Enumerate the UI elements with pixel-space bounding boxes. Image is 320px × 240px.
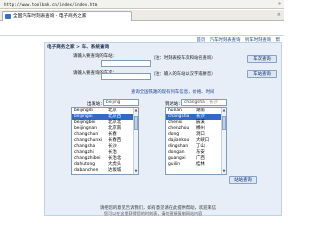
scroll-up-icon[interactable]: ▲ bbox=[134, 108, 138, 113]
page-favicon-icon bbox=[5, 14, 11, 19]
header-divider bbox=[0, 35, 284, 36]
tab-title: 全国汽车时刻表查询 - 电子商务之家 bbox=[13, 14, 87, 19]
list-item[interactable]: guilin 桂林 bbox=[166, 162, 226, 168]
query-notice: 查询全国铁路的现有列车信息，价格、时间 bbox=[131, 90, 215, 95]
station-query-label: 请输入要查询的车站： bbox=[73, 54, 117, 59]
query-panel: 电子商务之家 > 车、系统查询 请输入要查询的车站： （注：时刻表按车次和站名查… bbox=[44, 42, 282, 216]
station-to-station-query-button[interactable]: 站站查询 bbox=[229, 176, 257, 184]
tab-bar: 全国汽车时刻表查询 - 电子商务之家 × bbox=[0, 10, 284, 21]
browser-tab[interactable]: 全国汽车时刻表查询 - 电子商务之家 bbox=[2, 11, 132, 21]
scroll-thumb[interactable] bbox=[134, 116, 138, 130]
scroll-up-icon[interactable]: ▲ bbox=[222, 108, 226, 113]
to-station-filter-tail: 长沙 bbox=[209, 100, 218, 105]
address-bar[interactable]: http://www.toolbak.cn/index/index.htm » bbox=[0, 0, 284, 9]
from-station-filter[interactable]: beijing bbox=[103, 99, 139, 106]
station-query-hint: （注：时刻表按车次和站名查询） bbox=[151, 56, 216, 61]
scroll-thumb[interactable] bbox=[222, 116, 226, 130]
to-station-filter[interactable]: changsha 长沙 bbox=[181, 99, 227, 106]
train-query-hint: （注：输入的车站以汉字或拼音） bbox=[151, 72, 216, 77]
address-url[interactable]: http://www.toolbak.cn/index/index.htm bbox=[4, 2, 97, 7]
section-title: 电子商务之家 > 车、系统查询 bbox=[47, 45, 110, 50]
from-list-scrollbar[interactable]: ▲ ▼ bbox=[133, 108, 138, 174]
to-list-scrollbar[interactable]: ▲ ▼ bbox=[221, 108, 226, 174]
station-query-button[interactable]: 车站查询 bbox=[247, 70, 277, 78]
chevron-right-icon[interactable]: » bbox=[278, 1, 281, 7]
scroll-down-icon[interactable]: ▼ bbox=[222, 169, 226, 174]
list-item[interactable]: dabanchen 达坂城 bbox=[72, 168, 138, 174]
to-station-listbox[interactable]: hunan 湖南 changsha 长沙 chenxi 辰溪 chenzhou 郴州 d… bbox=[165, 107, 227, 175]
train-query-input[interactable] bbox=[101, 73, 151, 80]
train-number-query-button[interactable]: 车次查询 bbox=[247, 55, 277, 63]
station-query-input[interactable] bbox=[101, 60, 151, 67]
footer-copyright-text: 您可以在这里获得您的时刻表，请勿直接复制网站内容 bbox=[104, 211, 203, 216]
scroll-down-icon[interactable]: ▼ bbox=[134, 169, 138, 174]
to-station-filter-value: changsha bbox=[184, 100, 205, 105]
close-tab-icon[interactable]: × bbox=[277, 12, 281, 18]
from-station-listbox[interactable]: beijingdi 北京 beijingxi 北京西 beijingbei 北京北 b… bbox=[71, 107, 139, 175]
